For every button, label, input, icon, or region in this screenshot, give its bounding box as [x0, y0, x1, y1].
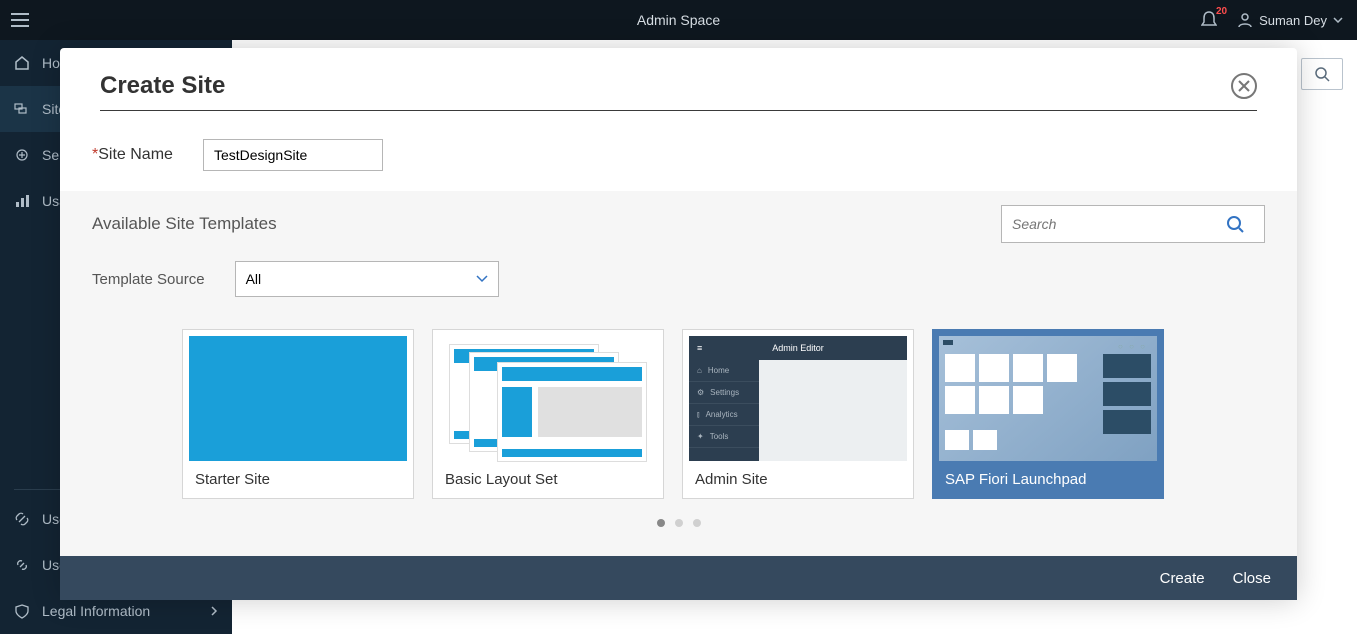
- template-card-basic[interactable]: Basic Layout Set: [432, 329, 664, 499]
- template-source-value: All: [246, 271, 262, 287]
- chevron-down-icon: [476, 275, 488, 283]
- site-name-input[interactable]: [203, 139, 383, 171]
- template-label: Starter Site: [183, 461, 413, 498]
- template-label: Basic Layout Set: [433, 461, 663, 498]
- template-card-fiori[interactable]: ○ ○ ○ SAP Fiori Launchp: [932, 329, 1164, 499]
- dialog-footer: Create Close: [60, 556, 1297, 600]
- template-label: Admin Site: [683, 461, 913, 498]
- pager-dot[interactable]: [657, 519, 665, 527]
- template-preview: ○ ○ ○: [939, 336, 1157, 461]
- create-site-dialog: Create Site *Site Name Available Site Te…: [60, 48, 1297, 600]
- pager-dot[interactable]: [675, 519, 683, 527]
- template-cards: Starter Site Basic Layout Set ≡Admin Edi…: [60, 309, 1297, 509]
- template-pager: [60, 509, 1297, 537]
- template-card-starter[interactable]: Starter Site: [182, 329, 414, 499]
- site-name-row: *Site Name: [60, 111, 1297, 191]
- template-source-row: Template Source All: [60, 249, 1297, 309]
- templates-section: Available Site Templates Template Source…: [60, 191, 1297, 556]
- site-name-label: *Site Name: [92, 146, 173, 164]
- search-icon[interactable]: [1226, 215, 1264, 233]
- template-search[interactable]: [1001, 205, 1265, 243]
- template-label: SAP Fiori Launchpad: [933, 461, 1163, 498]
- template-preview: [439, 336, 657, 461]
- close-icon[interactable]: [1231, 73, 1257, 99]
- create-button[interactable]: Create: [1160, 570, 1205, 587]
- template-card-admin[interactable]: ≡Admin Editor ⌂Home ⚙Settings ⫾Analytics…: [682, 329, 914, 499]
- pager-dot[interactable]: [693, 519, 701, 527]
- template-preview: [189, 336, 407, 461]
- dialog-overlay: Create Site *Site Name Available Site Te…: [0, 0, 1357, 634]
- template-source-label: Template Source: [92, 271, 205, 288]
- dialog-title: Create Site: [100, 72, 225, 100]
- templates-heading: Available Site Templates: [92, 214, 277, 234]
- template-source-select[interactable]: All: [235, 261, 499, 297]
- template-search-input[interactable]: [1002, 216, 1226, 232]
- close-button[interactable]: Close: [1233, 570, 1271, 587]
- template-preview: ≡Admin Editor ⌂Home ⚙Settings ⫾Analytics…: [689, 336, 907, 461]
